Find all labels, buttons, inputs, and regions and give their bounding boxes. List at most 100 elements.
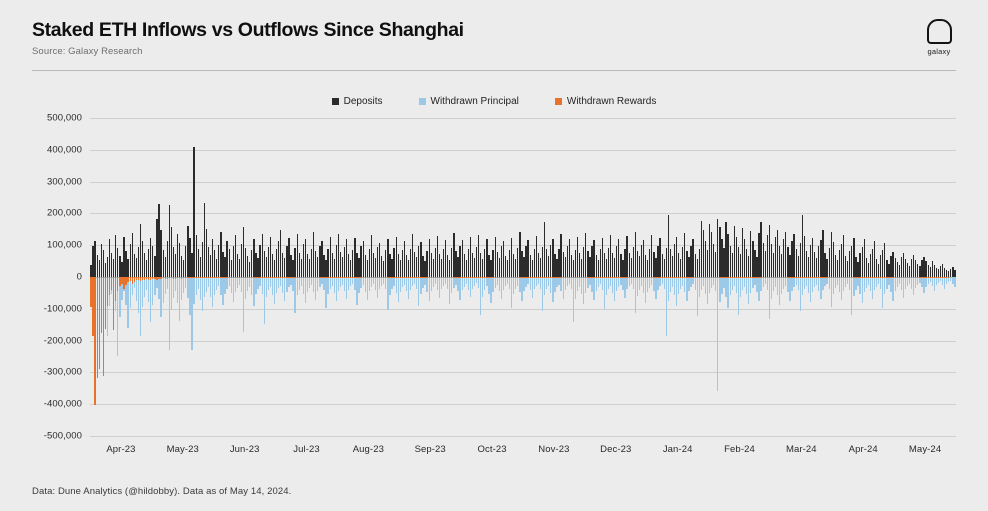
bar-deposits xyxy=(772,252,775,277)
bar-withdrawn-rewards xyxy=(902,277,905,278)
x-axis-tick-label: Aug-23 xyxy=(352,444,384,455)
bar-deposits xyxy=(350,259,352,277)
bar-deposits xyxy=(595,255,597,277)
bar-withdrawn-rewards xyxy=(896,277,898,278)
bar-deposits xyxy=(628,252,630,277)
bar-deposits xyxy=(209,255,212,277)
bar-withdrawn-rewards xyxy=(395,277,397,278)
bar-withdrawn-principal xyxy=(203,277,206,298)
bar-withdrawn-rewards xyxy=(110,277,113,291)
bar-withdrawn-rewards xyxy=(721,277,723,278)
bar-deposits xyxy=(220,231,222,277)
x-axis-tick-label: Mar-24 xyxy=(785,444,817,455)
bar-withdrawn-rewards xyxy=(867,277,869,278)
bar-withdrawn-principal xyxy=(273,277,276,305)
bar-deposits xyxy=(251,249,253,277)
bar-withdrawn-principal xyxy=(579,277,581,287)
bar-deposits xyxy=(776,229,779,277)
bar-withdrawn-rewards xyxy=(100,277,102,333)
bar-withdrawn-rewards xyxy=(121,277,123,284)
bar-deposits xyxy=(409,249,412,277)
bar-withdrawn-rewards xyxy=(576,277,579,278)
bar-withdrawn-rewards xyxy=(572,277,575,278)
bar-deposits xyxy=(121,261,123,277)
bar-deposits xyxy=(141,241,144,277)
bar-deposits xyxy=(849,251,851,277)
bar-withdrawn-rewards xyxy=(688,277,690,278)
legend-item-withdrawn-rewards[interactable]: Withdrawn Rewards xyxy=(554,96,656,107)
bar-deposits xyxy=(240,243,243,277)
bar-deposits xyxy=(690,245,692,277)
bar-withdrawn-rewards xyxy=(894,277,896,278)
bar-deposits xyxy=(108,239,111,277)
bar-withdrawn-rewards xyxy=(445,277,447,278)
bar-deposits xyxy=(364,255,366,277)
legend-item-withdrawn-principal[interactable]: Withdrawn Principal xyxy=(418,96,519,107)
bar-deposits xyxy=(768,225,770,277)
bar-withdrawn-rewards xyxy=(537,277,540,278)
bar-withdrawn-rewards xyxy=(675,277,678,278)
legend-item-deposits[interactable]: Deposits xyxy=(331,96,383,107)
bar-withdrawn-principal xyxy=(449,277,451,305)
bar-withdrawn-principal xyxy=(484,277,486,291)
bar-deposits xyxy=(510,238,513,277)
bar-withdrawn-rewards xyxy=(875,277,878,278)
bar-deposits xyxy=(313,232,315,277)
bar-withdrawn-rewards xyxy=(711,277,713,278)
bar-withdrawn-rewards xyxy=(442,277,445,278)
bar-deposits xyxy=(360,245,362,277)
bar-withdrawn-principal xyxy=(696,277,698,317)
bar-withdrawn-rewards xyxy=(152,277,154,279)
bar-withdrawn-rewards xyxy=(748,277,750,278)
bar-deposits xyxy=(898,264,900,277)
bar-deposits xyxy=(921,259,923,277)
bar-withdrawn-rewards xyxy=(174,277,177,279)
bar-withdrawn-principal xyxy=(539,277,542,289)
bar-withdrawn-rewards xyxy=(193,277,195,278)
bar-deposits xyxy=(711,231,713,277)
bar-deposits xyxy=(308,259,311,277)
y-axis-tick-label: 100,000 xyxy=(46,239,82,251)
bar-deposits xyxy=(911,258,913,277)
bar-deposits xyxy=(306,254,309,277)
bar-deposits xyxy=(713,243,715,277)
bar-withdrawn-principal xyxy=(822,277,824,290)
bar-withdrawn-rewards xyxy=(181,277,183,279)
bar-deposits xyxy=(473,258,476,277)
bar-deposits xyxy=(904,258,907,277)
bar-withdrawn-rewards xyxy=(162,277,164,279)
bar-withdrawn-principal xyxy=(576,277,579,291)
bar-deposits xyxy=(222,251,224,277)
bar-withdrawn-rewards xyxy=(482,277,484,278)
bar-deposits xyxy=(845,256,847,277)
bar-withdrawn-principal xyxy=(886,277,888,289)
bar-deposits xyxy=(830,231,832,277)
bar-withdrawn-principal xyxy=(321,277,323,285)
bar-withdrawn-rewards xyxy=(362,277,364,278)
bar-withdrawn-rewards xyxy=(247,277,249,278)
bar-withdrawn-principal xyxy=(675,277,678,306)
bar-withdrawn-principal xyxy=(566,277,568,287)
bar-withdrawn-principal xyxy=(529,277,531,291)
bar-withdrawn-principal xyxy=(457,277,459,292)
bar-withdrawn-rewards xyxy=(523,277,525,278)
bar-deposits xyxy=(263,251,265,277)
bar-withdrawn-principal xyxy=(205,277,208,292)
bar-withdrawn-rewards xyxy=(626,277,628,278)
bar-deposits xyxy=(148,249,150,277)
bar-withdrawn-rewards xyxy=(921,277,923,278)
bar-withdrawn-principal xyxy=(172,277,175,298)
bar-withdrawn-rewards xyxy=(694,277,696,278)
bar-withdrawn-rewards xyxy=(329,277,331,278)
bar-withdrawn-rewards xyxy=(471,277,474,278)
bar-withdrawn-principal xyxy=(426,277,428,292)
bar-withdrawn-rewards xyxy=(587,277,589,278)
bar-withdrawn-rewards xyxy=(447,277,449,278)
bar-withdrawn-principal xyxy=(164,277,166,294)
bar-withdrawn-rewards xyxy=(498,277,500,278)
bar-deposits xyxy=(801,214,803,277)
bar-withdrawn-rewards xyxy=(612,277,614,278)
bar-withdrawn-principal xyxy=(135,277,137,301)
bar-deposits xyxy=(315,250,317,277)
bar-withdrawn-principal xyxy=(471,277,474,290)
